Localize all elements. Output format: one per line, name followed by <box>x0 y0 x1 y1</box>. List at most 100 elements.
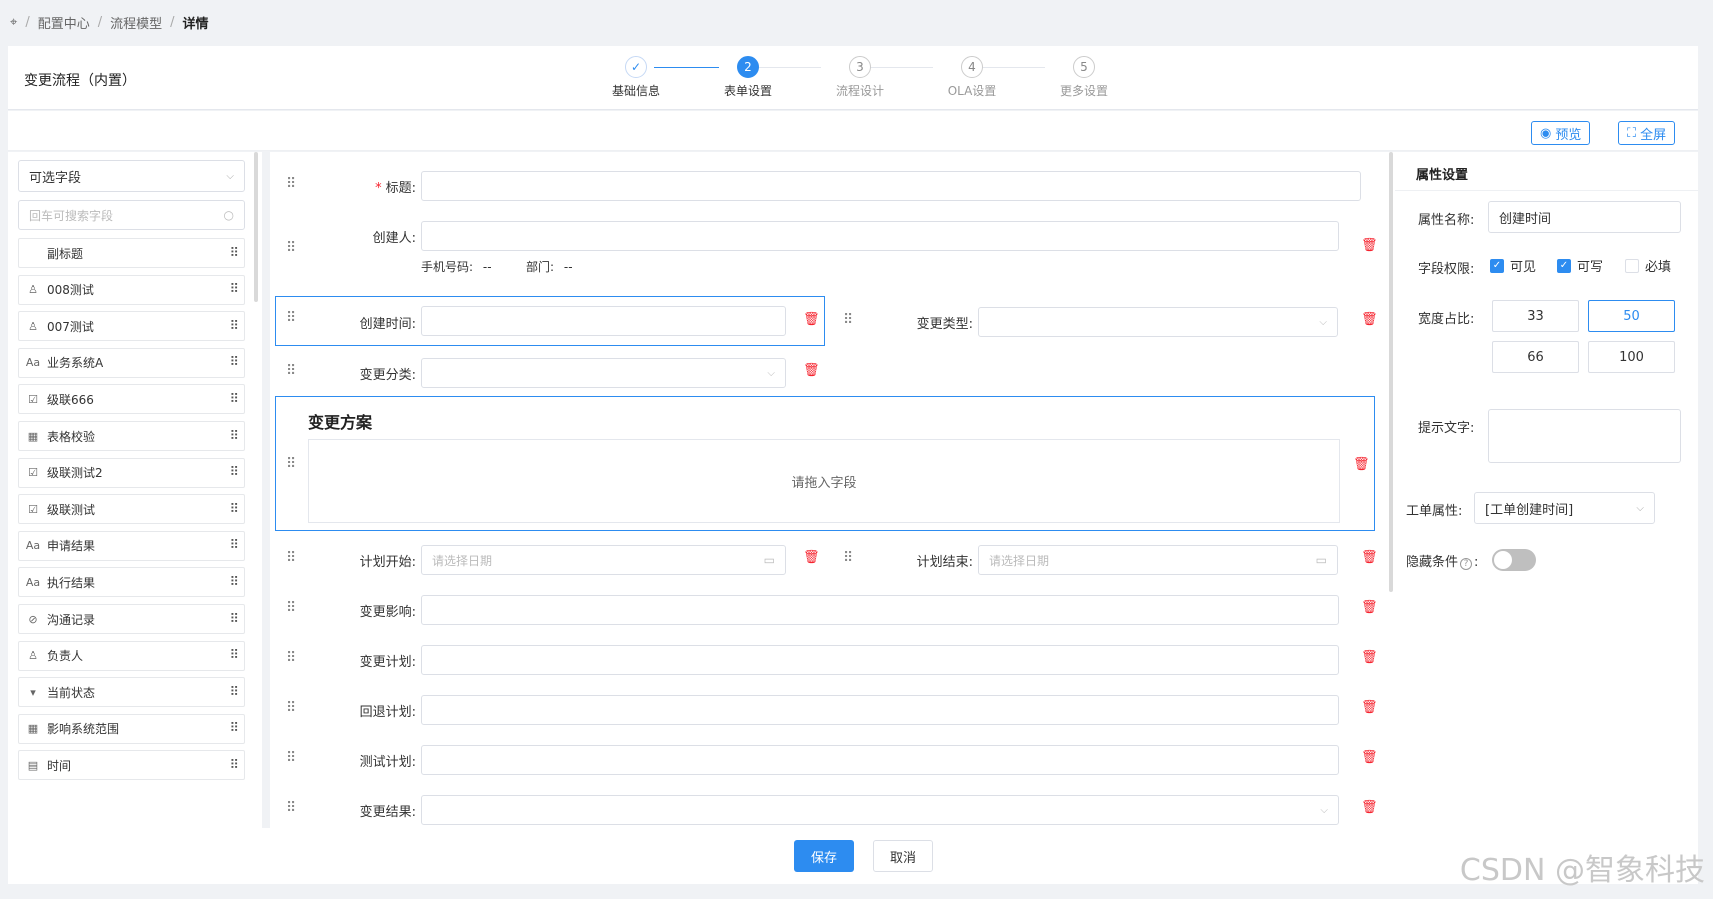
trash-icon[interactable]: 🗑 <box>1361 650 1378 665</box>
field-item[interactable]: Aa 业务系统A ⠿ <box>18 347 245 378</box>
drag-handle-icon[interactable]: ⠿ <box>843 313 853 327</box>
step-ola-settings[interactable]: 4 OLA设置 <box>932 56 1012 99</box>
drag-handle-icon[interactable]: ⠿ <box>286 601 296 615</box>
ticket-attr-select[interactable]: [工单创建时间] ⌵ <box>1474 492 1655 524</box>
drag-handle-icon[interactable]: ⠿ <box>286 551 296 565</box>
field-type-select[interactable]: 可选字段 ⌵ <box>18 160 245 192</box>
form-row-plan-end[interactable]: ⠿ 计划结束: 请选择日期 ▭ 🗑 <box>832 536 1382 582</box>
title-input[interactable] <box>421 171 1361 201</box>
step-basic-info[interactable]: ✓ 基础信息 <box>596 56 676 99</box>
impact-input[interactable] <box>421 595 1339 625</box>
width-option-100[interactable]: 100 <box>1588 341 1675 373</box>
trash-icon[interactable]: 🗑 <box>803 363 820 378</box>
trash-icon[interactable]: 🗑 <box>1361 750 1378 765</box>
section-change-plan[interactable]: ⠿ 变更方案 请拖入字段 🗑 <box>275 396 1375 531</box>
form-row-change-type[interactable]: ⠿ 变更类型: ⌵ 🗑 <box>832 298 1382 344</box>
plan-input[interactable] <box>421 645 1339 675</box>
field-item[interactable]: ▦ 表格校验 ⠿ <box>18 421 245 451</box>
form-row-test[interactable]: ⠿ 测试计划: 🗑 <box>275 736 1382 782</box>
field-item[interactable]: ☑ 级联666 ⠿ <box>18 384 245 415</box>
cancel-button[interactable]: 取消 <box>873 840 933 872</box>
result-select[interactable]: ⌵ <box>421 795 1339 825</box>
trash-icon[interactable]: 🗑 <box>1361 600 1378 615</box>
field-search-input[interactable]: 回车可搜索字段 ○ <box>18 200 245 230</box>
crosshair-icon[interactable]: ⌖ <box>10 15 17 30</box>
field-item[interactable]: ♙ 008测试 ⠿ <box>18 274 245 305</box>
trash-icon[interactable]: 🗑 <box>803 550 820 565</box>
drag-handle-icon[interactable]: ⠿ <box>286 241 296 255</box>
drag-handle-icon[interactable]: ⠿ <box>286 311 296 325</box>
drag-handle-icon[interactable]: ⠿ <box>229 502 238 517</box>
drag-handle-icon[interactable]: ⠿ <box>229 392 238 407</box>
field-item[interactable]: ♙ 007测试 ⠿ <box>18 311 245 342</box>
test-input[interactable] <box>421 745 1339 775</box>
field-item[interactable]: Aa 执行结果 ⠿ <box>18 567 245 598</box>
drag-handle-icon[interactable]: ⠿ <box>229 575 238 590</box>
change-category-select[interactable]: ⌵ <box>421 358 786 388</box>
form-row-result[interactable]: ⠿ 变更结果: ⌵ 🗑 <box>275 786 1382 828</box>
trash-icon[interactable]: 🗑 <box>803 312 820 327</box>
fullscreen-button[interactable]: ⛶ 全屏 <box>1618 121 1676 145</box>
step-process-design[interactable]: 3 流程设计 <box>820 56 900 99</box>
drag-handle-icon[interactable]: ⠿ <box>229 685 238 700</box>
field-item[interactable]: ▦ 影响系统范围 ⠿ <box>18 713 245 744</box>
scrollbar[interactable] <box>254 152 258 302</box>
drag-handle-icon[interactable]: ⠿ <box>229 612 238 627</box>
plan-end-date-input[interactable]: 请选择日期 ▭ <box>978 545 1338 575</box>
plan-start-date-input[interactable]: 请选择日期 ▭ <box>421 545 786 575</box>
hint-textarea[interactable] <box>1488 409 1681 463</box>
drag-handle-icon[interactable]: ⠿ <box>229 355 238 370</box>
field-item[interactable]: ☑ 级联测试2 ⠿ <box>18 457 245 488</box>
field-item[interactable]: ▾ 当前状态 ⠿ <box>18 677 245 708</box>
creator-input[interactable] <box>421 221 1339 251</box>
drag-handle-icon[interactable]: ⠿ <box>229 758 238 773</box>
writable-checkbox[interactable]: ✓ 可写 <box>1557 256 1603 275</box>
drag-handle-icon[interactable]: ⠿ <box>229 282 238 297</box>
hide-cond-toggle[interactable] <box>1492 549 1536 571</box>
change-type-select[interactable]: ⌵ <box>978 307 1338 337</box>
property-name-input[interactable]: 创建时间 <box>1488 201 1681 233</box>
drag-handle-icon[interactable]: ⠿ <box>229 538 238 553</box>
breadcrumb-item-model[interactable]: 流程模型 <box>110 13 162 32</box>
width-option-66[interactable]: 66 <box>1492 341 1579 373</box>
drag-handle-icon[interactable]: ⠿ <box>286 177 296 191</box>
drop-zone[interactable]: 请拖入字段 <box>308 439 1340 523</box>
field-item[interactable]: ▤ 时间 ⠿ <box>18 750 245 781</box>
width-option-33[interactable]: 33 <box>1492 300 1579 332</box>
field-item[interactable]: 副标题 ⠿ <box>18 238 245 268</box>
help-icon[interactable]: ? <box>1460 558 1473 570</box>
required-checkbox[interactable]: 必填 <box>1625 256 1671 275</box>
field-item[interactable]: ⊘ 沟通记录 ⠿ <box>18 604 245 634</box>
trash-icon[interactable]: 🗑 <box>1361 312 1378 327</box>
field-item[interactable]: ☑ 级联测试 ⠿ <box>18 494 245 525</box>
drag-handle-icon[interactable]: ⠿ <box>286 751 296 765</box>
trash-icon[interactable]: 🗑 <box>1361 800 1378 815</box>
width-option-50[interactable]: 50 <box>1588 300 1675 332</box>
step-more-settings[interactable]: 5 更多设置 <box>1044 56 1124 99</box>
form-row-change-category[interactable]: ⠿ 变更分类: ⌵ 🗑 <box>275 349 825 395</box>
form-row-plan-start[interactable]: ⠿ 计划开始: 请选择日期 ▭ 🗑 <box>275 536 825 582</box>
scrollbar[interactable] <box>1389 152 1393 592</box>
drag-handle-icon[interactable]: ⠿ <box>843 551 853 565</box>
drag-handle-icon[interactable]: ⠿ <box>286 801 296 815</box>
drag-handle-icon[interactable]: ⠿ <box>229 465 238 480</box>
save-button[interactable]: 保存 <box>794 840 854 872</box>
drag-handle-icon[interactable]: ⠿ <box>286 651 296 665</box>
form-row-creator[interactable]: ⠿ 创建人: 手机号码: -- 部门: -- 🗑 <box>275 212 1382 278</box>
form-row-rollback[interactable]: ⠿ 回退计划: 🗑 <box>275 686 1382 732</box>
drag-handle-icon[interactable]: ⠿ <box>229 429 238 444</box>
drag-handle-icon[interactable]: ⠿ <box>229 246 238 261</box>
breadcrumb-item-config[interactable]: 配置中心 <box>38 13 90 32</box>
drag-handle-icon[interactable]: ⠿ <box>229 319 238 334</box>
field-item[interactable]: Aa 申请结果 ⠿ <box>18 530 245 561</box>
visible-checkbox[interactable]: ✓ 可见 <box>1490 256 1536 275</box>
trash-icon[interactable]: 🗑 <box>1361 700 1378 715</box>
drag-handle-icon[interactable]: ⠿ <box>229 721 238 736</box>
drag-handle-icon[interactable]: ⠿ <box>286 364 296 378</box>
rollback-input[interactable] <box>421 695 1339 725</box>
field-item[interactable]: ♙ 负责人 ⠿ <box>18 640 245 671</box>
selected-field-create-time[interactable]: ⠿ 创建时间: 🗑 <box>275 296 825 346</box>
form-row-plan[interactable]: ⠿ 变更计划: 🗑 <box>275 636 1382 682</box>
trash-icon[interactable]: 🗑 <box>1353 457 1370 472</box>
create-time-input[interactable] <box>421 306 786 336</box>
